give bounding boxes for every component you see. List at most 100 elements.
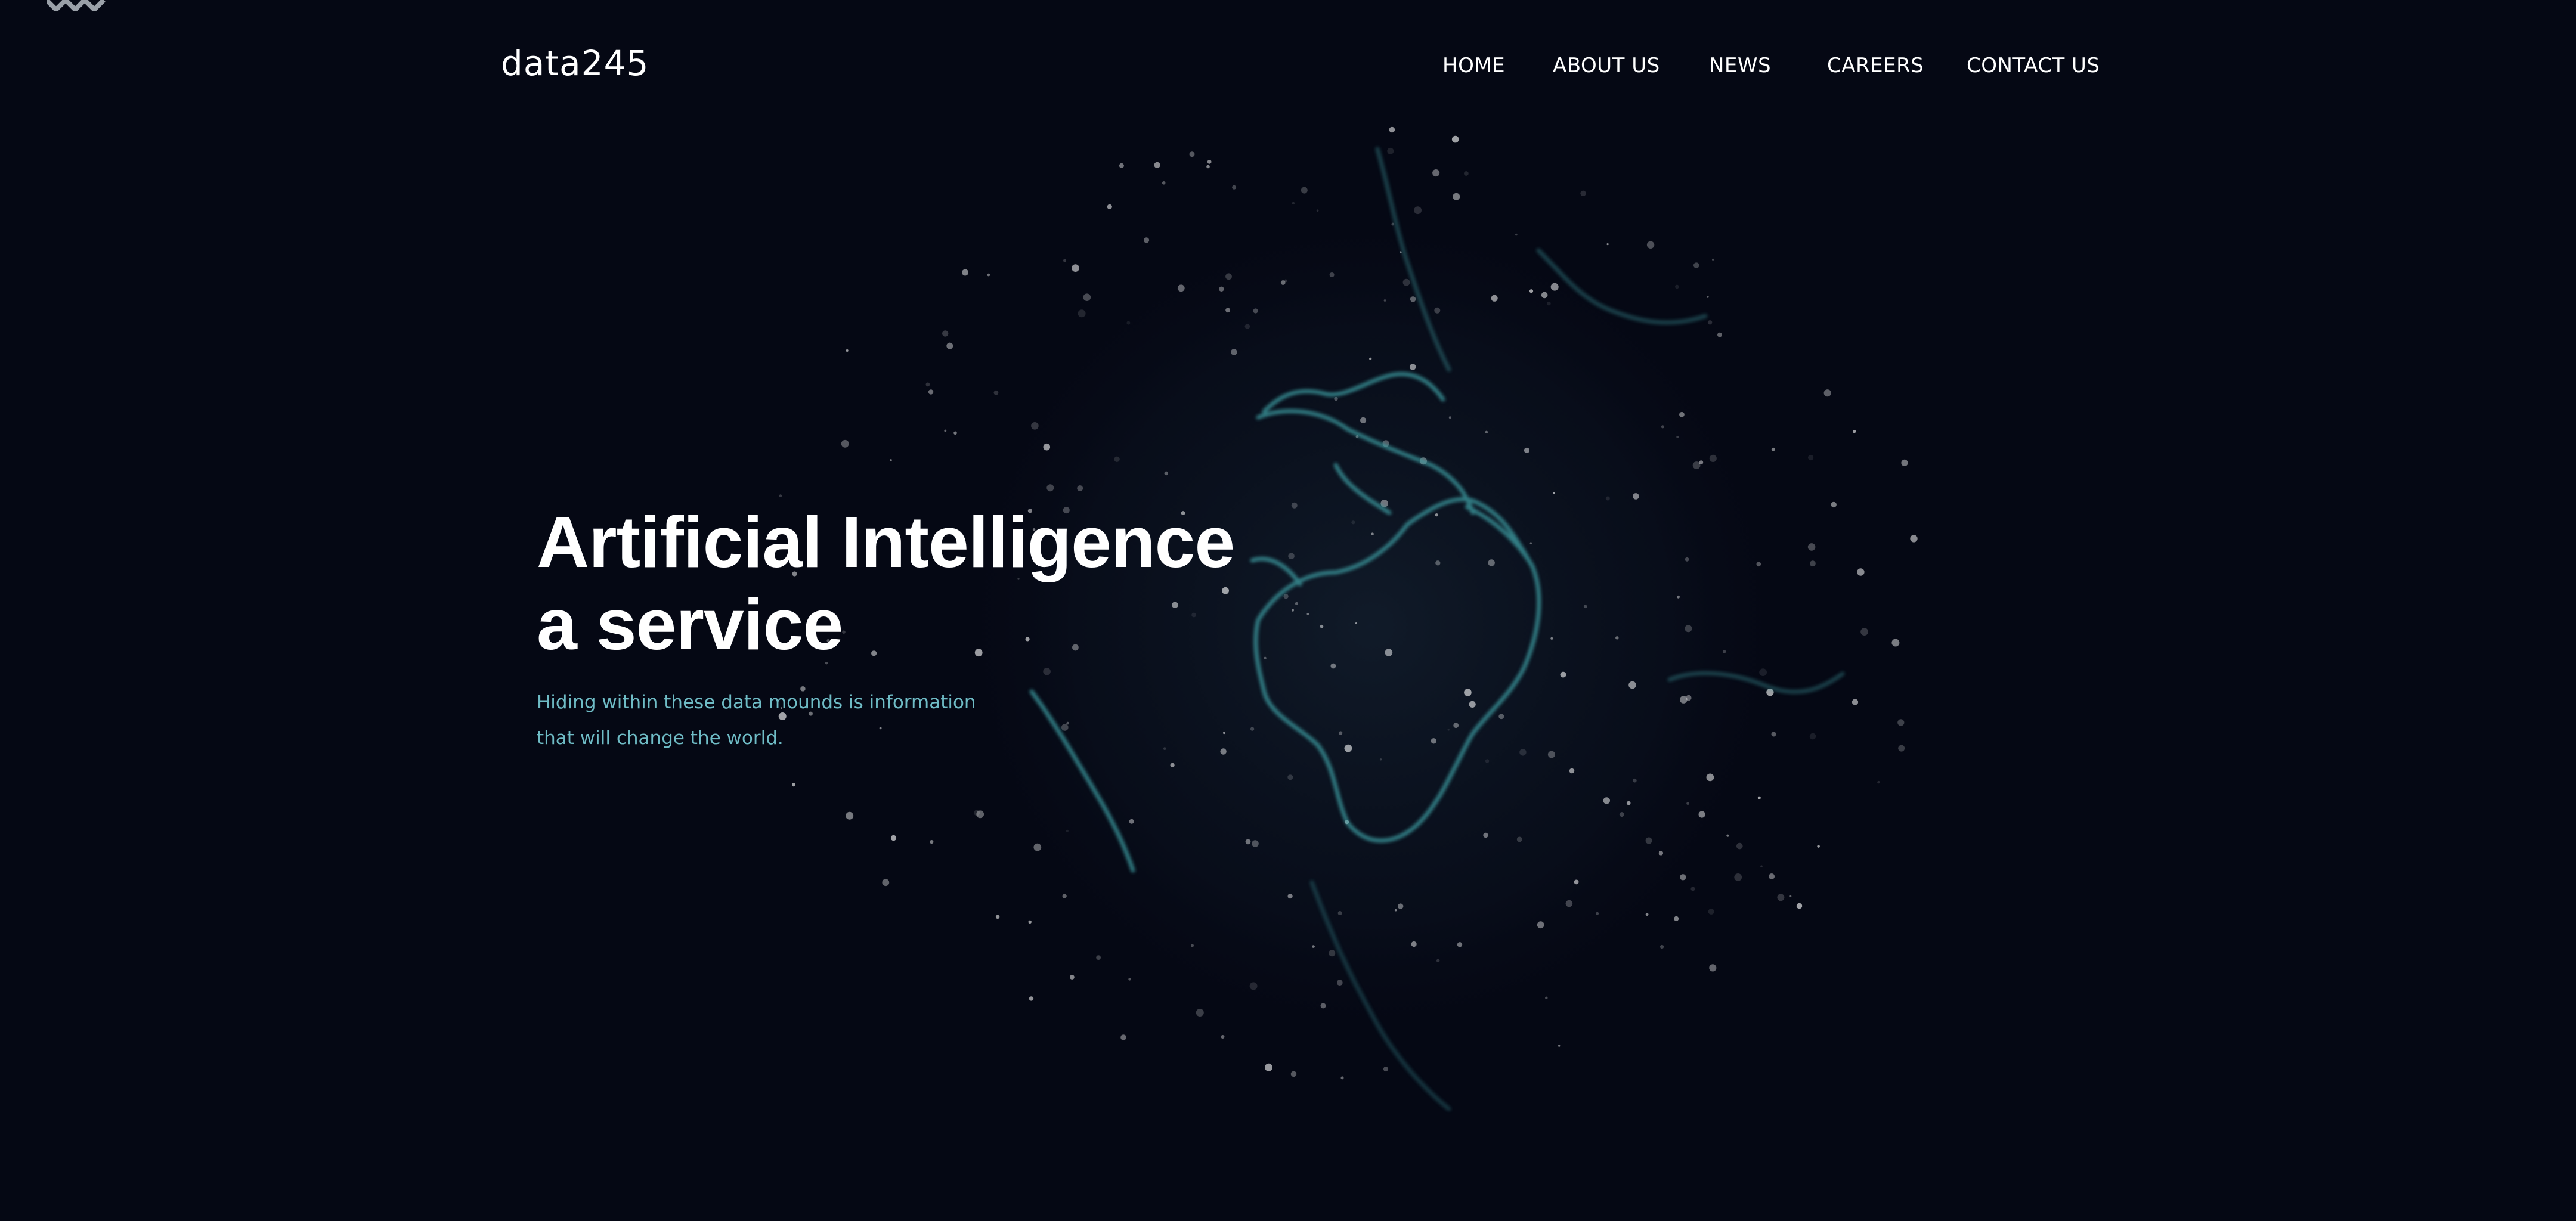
star-dot bbox=[1698, 811, 1705, 818]
star-dot bbox=[1685, 557, 1689, 562]
star-dot bbox=[1645, 837, 1652, 844]
star-dot bbox=[1809, 733, 1816, 740]
star-dot bbox=[1686, 802, 1689, 805]
star-dot bbox=[1897, 719, 1905, 726]
star-dot bbox=[1723, 650, 1726, 653]
star-dot bbox=[1144, 237, 1150, 243]
star-dot bbox=[976, 810, 984, 819]
star-dot bbox=[1760, 865, 1763, 867]
star-dot bbox=[882, 879, 890, 887]
star-dot bbox=[1177, 284, 1185, 292]
star-dot bbox=[1877, 780, 1880, 784]
star-dot bbox=[1432, 169, 1440, 177]
hero-background-globe bbox=[0, 0, 2576, 1221]
star-dot bbox=[1483, 832, 1488, 838]
star-dot bbox=[1107, 204, 1112, 209]
star-dot bbox=[1633, 778, 1637, 783]
star-dot bbox=[779, 494, 782, 497]
star-dot bbox=[1550, 283, 1559, 291]
star-dot bbox=[1028, 920, 1032, 924]
star-dot bbox=[1860, 628, 1869, 636]
star-dot bbox=[1360, 417, 1367, 424]
star-dot bbox=[1029, 996, 1034, 1001]
star-dot bbox=[1734, 873, 1742, 881]
star-dot bbox=[1220, 748, 1227, 755]
star-dot bbox=[1225, 273, 1232, 280]
star-dot bbox=[1163, 747, 1166, 751]
nav-contact-us[interactable]: CONTACT US bbox=[1967, 54, 2100, 78]
star-dot bbox=[1708, 909, 1714, 915]
star-dot bbox=[1677, 595, 1680, 599]
star-dot bbox=[1675, 284, 1679, 289]
star-dot bbox=[1606, 243, 1609, 246]
star-dot bbox=[993, 390, 999, 395]
star-dot bbox=[944, 429, 947, 432]
nav-home[interactable]: HOME bbox=[1442, 54, 1505, 78]
star-dot bbox=[1831, 501, 1837, 508]
star-dot bbox=[942, 330, 949, 337]
star-dot bbox=[1580, 190, 1586, 196]
star-dot bbox=[1292, 202, 1295, 205]
star-dot bbox=[1191, 944, 1194, 947]
star-dot bbox=[1736, 842, 1743, 850]
star-dot bbox=[1207, 160, 1212, 164]
star-dot bbox=[1316, 209, 1319, 212]
star-dot bbox=[1706, 773, 1714, 782]
star-dot bbox=[1796, 903, 1803, 909]
star-dot bbox=[1351, 520, 1355, 525]
star-dot bbox=[1250, 727, 1255, 731]
star-dot bbox=[1391, 222, 1395, 226]
star-dot bbox=[1033, 843, 1042, 851]
star-dot bbox=[995, 915, 1000, 919]
star-dot bbox=[1707, 296, 1709, 298]
star-dot bbox=[1717, 332, 1722, 337]
star-dot bbox=[1529, 289, 1534, 293]
star-dot bbox=[1414, 206, 1422, 215]
star-dot bbox=[1411, 941, 1417, 947]
star-dot bbox=[1301, 187, 1308, 194]
star-dot bbox=[1553, 492, 1555, 494]
star-dot bbox=[1810, 560, 1816, 567]
star-dot bbox=[1910, 535, 1918, 543]
star-dot bbox=[1516, 836, 1522, 842]
star-dot bbox=[1402, 278, 1410, 286]
star-dot bbox=[962, 269, 968, 276]
star-dot bbox=[1823, 389, 1831, 397]
star-dot bbox=[1485, 759, 1490, 763]
star-dot bbox=[1457, 942, 1463, 947]
nav-about-us[interactable]: ABOUT US bbox=[1553, 54, 1660, 78]
star-dot bbox=[1043, 668, 1051, 675]
star-dot bbox=[1410, 296, 1416, 302]
star-dot bbox=[1164, 471, 1169, 476]
hero-subtitle-line-1: Hiding within these data mounds is infor… bbox=[537, 692, 976, 713]
nav-news[interactable]: NEWS bbox=[1709, 54, 1771, 78]
star-dot bbox=[1066, 721, 1069, 725]
star-dot bbox=[930, 840, 934, 844]
star-dot bbox=[791, 783, 795, 787]
star-dot bbox=[1464, 171, 1469, 176]
star-dot bbox=[1541, 292, 1548, 299]
star-dot bbox=[1077, 485, 1083, 491]
star-dot bbox=[1569, 768, 1575, 774]
star-dot bbox=[1383, 1067, 1388, 1072]
star-dot bbox=[1330, 663, 1336, 669]
hero-subtitle: Hiding within these data mounds is infor… bbox=[537, 684, 976, 756]
star-dot bbox=[1078, 309, 1086, 318]
star-dot bbox=[1707, 320, 1713, 325]
star-dot bbox=[1431, 738, 1436, 744]
nav-careers[interactable]: CAREERS bbox=[1827, 54, 1924, 78]
star-dot bbox=[1547, 301, 1551, 306]
star-dot bbox=[1336, 980, 1343, 986]
star-dot bbox=[1394, 909, 1397, 912]
star-dot bbox=[1674, 916, 1679, 921]
star-dot bbox=[1355, 622, 1357, 624]
star-dot bbox=[1619, 812, 1624, 817]
corner-logo-icon[interactable] bbox=[47, 0, 106, 11]
star-dot bbox=[1857, 568, 1865, 576]
star-dot bbox=[1524, 447, 1530, 454]
star-dot bbox=[1676, 436, 1679, 438]
star-dot bbox=[1046, 484, 1054, 492]
star-dot bbox=[1320, 624, 1324, 628]
star-dot bbox=[846, 349, 849, 352]
star-dot bbox=[1596, 912, 1599, 915]
